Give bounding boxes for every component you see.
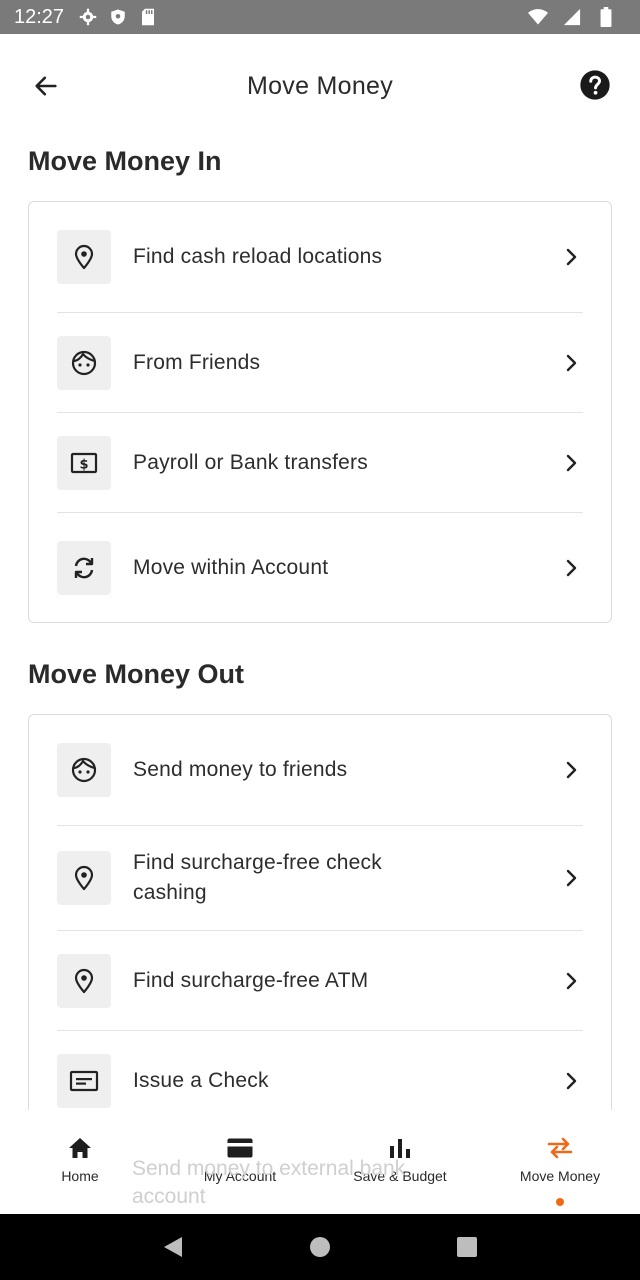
transfer-arrows-icon (546, 1134, 574, 1162)
section-title-money-out: Move Money Out (28, 659, 245, 689)
system-recents-icon[interactable] (447, 1227, 487, 1267)
location-pin-icon (57, 953, 111, 1008)
list-item-label: Find surcharge-free check cashing (133, 851, 382, 904)
status-bar: 12:27 (0, 0, 640, 34)
location-pin-icon (57, 230, 111, 284)
list-item-find-cash-reload[interactable]: Find cash reload locations (57, 202, 583, 313)
list-item-payroll-bank[interactable]: $ Payroll or Bank transfers (57, 413, 583, 513)
page-title: Move Money (246, 71, 394, 100)
nav-item-home[interactable]: Home (0, 1110, 160, 1214)
list-item-label: Find surcharge-free ATM (133, 968, 369, 992)
dollar-bill-icon: $ (57, 435, 111, 490)
chevron-right-icon (559, 351, 583, 375)
bottom-nav: Home My Account Save & Budget Move Money (0, 1110, 640, 1214)
svg-text:$: $ (79, 457, 88, 472)
list-item-from-friends[interactable]: From Friends (57, 313, 583, 413)
chevron-right-icon (559, 245, 583, 269)
list-item-label: Issue a Check (133, 1069, 269, 1092)
list-item-send-money-friends[interactable]: Send money to friends (57, 715, 583, 826)
money-in-card: Find cash reload locations From Friends … (28, 201, 612, 623)
nav-label: Save & Budget (353, 1168, 447, 1184)
bar-chart-icon (386, 1134, 414, 1162)
back-arrow-icon[interactable] (28, 68, 64, 104)
location-pin-icon (57, 851, 111, 905)
system-nav-bar (0, 1214, 640, 1280)
nav-item-save-budget[interactable]: Save & Budget (320, 1110, 480, 1214)
list-item-label: Payroll or Bank transfers (133, 450, 368, 474)
chevron-right-icon (559, 451, 583, 475)
list-item-check-cashing[interactable]: Find surcharge-free check cashing (57, 826, 583, 931)
list-item-label: Send money to friends (133, 758, 348, 781)
wifi-icon (528, 7, 548, 27)
signal-icon (562, 7, 582, 27)
settings-gear-icon (78, 7, 98, 27)
chevron-right-icon (559, 1069, 583, 1093)
nav-label: My Account (203, 1168, 277, 1184)
system-back-icon[interactable] (153, 1227, 193, 1267)
list-item-move-within-account[interactable]: Move within Account (57, 513, 583, 622)
battery-icon (596, 7, 616, 27)
check-icon (57, 1054, 111, 1108)
list-item-label: Move within Account (133, 555, 329, 579)
nav-label: Move Money (519, 1168, 601, 1184)
friend-face-icon (57, 743, 111, 797)
active-indicator-dot (556, 1198, 564, 1206)
friend-face-icon (57, 335, 111, 390)
card-icon (226, 1134, 254, 1162)
chevron-right-icon (559, 866, 583, 890)
list-item-label: From Friends (133, 350, 261, 374)
nav-label: Home (61, 1168, 99, 1184)
status-time: 12:27 (14, 5, 65, 28)
help-icon[interactable] (578, 68, 612, 102)
app-bar: Move Money (0, 34, 640, 138)
chevron-right-icon (559, 758, 583, 782)
sd-card-icon (138, 7, 158, 27)
sync-arrows-icon (57, 540, 111, 595)
chevron-right-icon (559, 556, 583, 580)
home-icon (66, 1134, 94, 1162)
list-item-label: Find cash reload locations (133, 245, 383, 268)
shield-icon (108, 7, 128, 27)
nav-item-move-money[interactable]: Move Money (480, 1110, 640, 1214)
list-item-find-atm[interactable]: Find surcharge-free ATM (57, 931, 583, 1031)
section-title-money-in: Move Money In (28, 146, 222, 176)
system-home-icon[interactable] (300, 1227, 340, 1267)
nav-item-my-account[interactable]: My Account (160, 1110, 320, 1214)
chevron-right-icon (559, 969, 583, 993)
